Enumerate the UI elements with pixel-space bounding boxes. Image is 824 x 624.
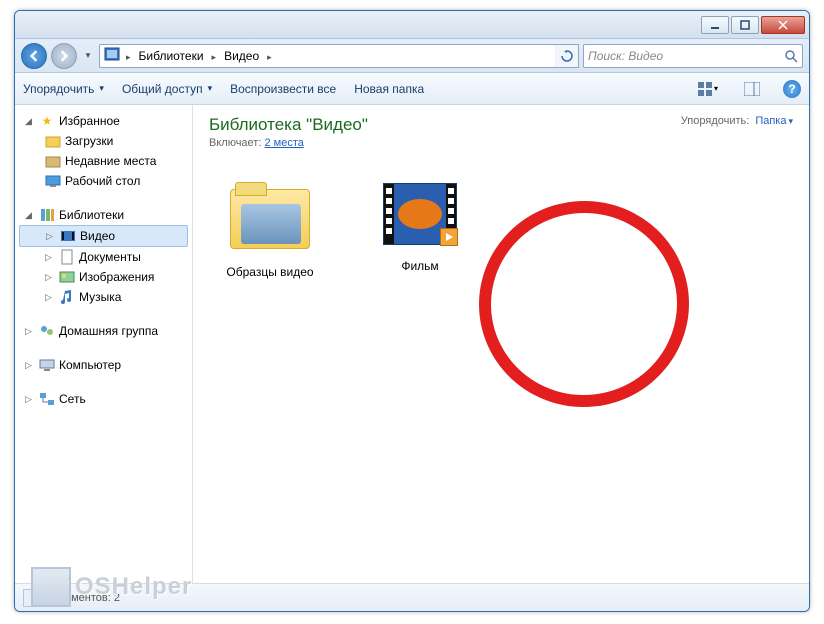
view-icon [698, 82, 714, 96]
status-icon [23, 589, 43, 607]
item-video-film[interactable]: Фильм [365, 179, 475, 279]
sidebar-item-recent[interactable]: Недавние места [15, 151, 192, 171]
pictures-icon [59, 269, 75, 285]
video-thumb-icon [383, 183, 457, 245]
body: ◢★Избранное Загрузки Недавние места Рабо… [15, 105, 809, 583]
item-label: Образцы видео [226, 265, 313, 279]
sidebar-item-label: Библиотеки [59, 208, 124, 222]
sidebar-homegroup[interactable]: ▷Домашняя группа [15, 321, 192, 341]
libraries-icon [39, 207, 55, 223]
network-icon [39, 391, 55, 407]
sort-row: Упорядочить: Папка [681, 115, 793, 127]
refresh-icon [561, 50, 573, 62]
sort-label: Упорядочить: [681, 115, 750, 127]
documents-icon [59, 249, 75, 265]
subtitle-prefix: Включает: [209, 137, 261, 149]
sidebar-item-desktop[interactable]: Рабочий стол [15, 171, 192, 191]
sidebar-item-label: Сеть [59, 392, 86, 406]
sidebar-item-label: Рабочий стол [65, 174, 140, 188]
star-icon: ★ [39, 113, 55, 129]
breadcrumb-sep-icon [124, 49, 133, 63]
sidebar-item-downloads[interactable]: Загрузки [15, 131, 192, 151]
sidebar-item-label: Загрузки [65, 134, 113, 148]
preview-pane-button[interactable] [739, 78, 765, 100]
close-button[interactable] [761, 16, 805, 34]
sidebar-item-label: Избранное [59, 114, 120, 128]
content-pane: Библиотека "Видео" Включает: 2 места Упо… [193, 105, 809, 583]
sidebar-item-video[interactable]: ▷Видео [19, 225, 188, 247]
play-all-button[interactable]: Воспроизвести все [230, 82, 336, 96]
item-label: Фильм [401, 259, 438, 273]
folder-icon [230, 189, 310, 249]
library-icon [104, 46, 120, 65]
music-icon [59, 289, 75, 305]
video-icon [60, 228, 76, 244]
search-placeholder: Поиск: Видео [588, 49, 663, 63]
locations-link[interactable]: 2 места [264, 137, 303, 149]
chevron-down-icon: ▾ [86, 50, 91, 61]
library-subtitle: Включает: 2 места [209, 137, 793, 149]
maximize-button[interactable] [731, 16, 759, 34]
sidebar-item-label: Видео [80, 229, 115, 243]
pane-icon [744, 82, 760, 96]
share-button[interactable]: Общий доступ [122, 82, 212, 96]
breadcrumb-video[interactable]: Видео [222, 47, 261, 65]
homegroup-icon [39, 323, 55, 339]
sidebar-item-label: Изображения [79, 270, 154, 284]
sidebar-computer[interactable]: ▷Компьютер [15, 355, 192, 375]
help-button[interactable]: ? [783, 80, 801, 98]
sidebar-item-music[interactable]: ▷Музыка [15, 287, 192, 307]
breadcrumb-sep-icon [265, 49, 274, 63]
sidebar-item-label: Недавние места [65, 154, 156, 168]
nav-forward-button[interactable] [51, 43, 77, 69]
nav-history-dropdown[interactable]: ▾ [81, 50, 95, 61]
desktop-icon [45, 173, 61, 189]
status-count: Элементов: 2 [51, 592, 120, 604]
item-folder-samples[interactable]: Образцы видео [215, 179, 325, 279]
computer-icon [39, 357, 55, 373]
items-area: Образцы видео Фильм [209, 179, 793, 279]
titlebar [15, 11, 809, 39]
view-mode-button[interactable]: ▾ [695, 78, 721, 100]
organize-button[interactable]: Упорядочить [23, 82, 104, 96]
address-row: ▾ Библиотеки Видео Поиск: Видео [15, 39, 809, 73]
sort-dropdown[interactable]: Папка [755, 115, 793, 127]
toolbar: Упорядочить Общий доступ Воспроизвести в… [15, 73, 809, 105]
sidebar: ◢★Избранное Загрузки Недавние места Рабо… [15, 105, 193, 583]
sidebar-item-documents[interactable]: ▷Документы [15, 247, 192, 267]
explorer-window: ▾ Библиотеки Видео Поиск: Видео Упорядоч… [14, 10, 810, 612]
status-bar: Элементов: 2 [15, 583, 809, 611]
recent-icon [45, 153, 61, 169]
sidebar-item-label: Музыка [79, 290, 121, 304]
sidebar-favorites[interactable]: ◢★Избранное [15, 111, 192, 131]
sidebar-item-label: Компьютер [59, 358, 121, 372]
sidebar-item-label: Домашняя группа [59, 324, 158, 338]
breadcrumb-sep-icon [210, 49, 219, 63]
new-folder-button[interactable]: Новая папка [354, 82, 424, 96]
play-overlay-icon [440, 228, 458, 246]
search-icon [784, 49, 798, 66]
sidebar-libraries[interactable]: ◢Библиотеки [15, 205, 192, 225]
folder-icon [45, 133, 61, 149]
minimize-button[interactable] [701, 16, 729, 34]
refresh-button[interactable] [555, 44, 579, 68]
sidebar-item-label: Документы [79, 250, 141, 264]
breadcrumb-libraries[interactable]: Библиотеки [137, 47, 206, 65]
sidebar-network[interactable]: ▷Сеть [15, 389, 192, 409]
search-input[interactable]: Поиск: Видео [583, 44, 803, 68]
address-bar[interactable]: Библиотеки Видео [99, 44, 556, 68]
nav-back-button[interactable] [21, 43, 47, 69]
sidebar-item-pictures[interactable]: ▷Изображения [15, 267, 192, 287]
